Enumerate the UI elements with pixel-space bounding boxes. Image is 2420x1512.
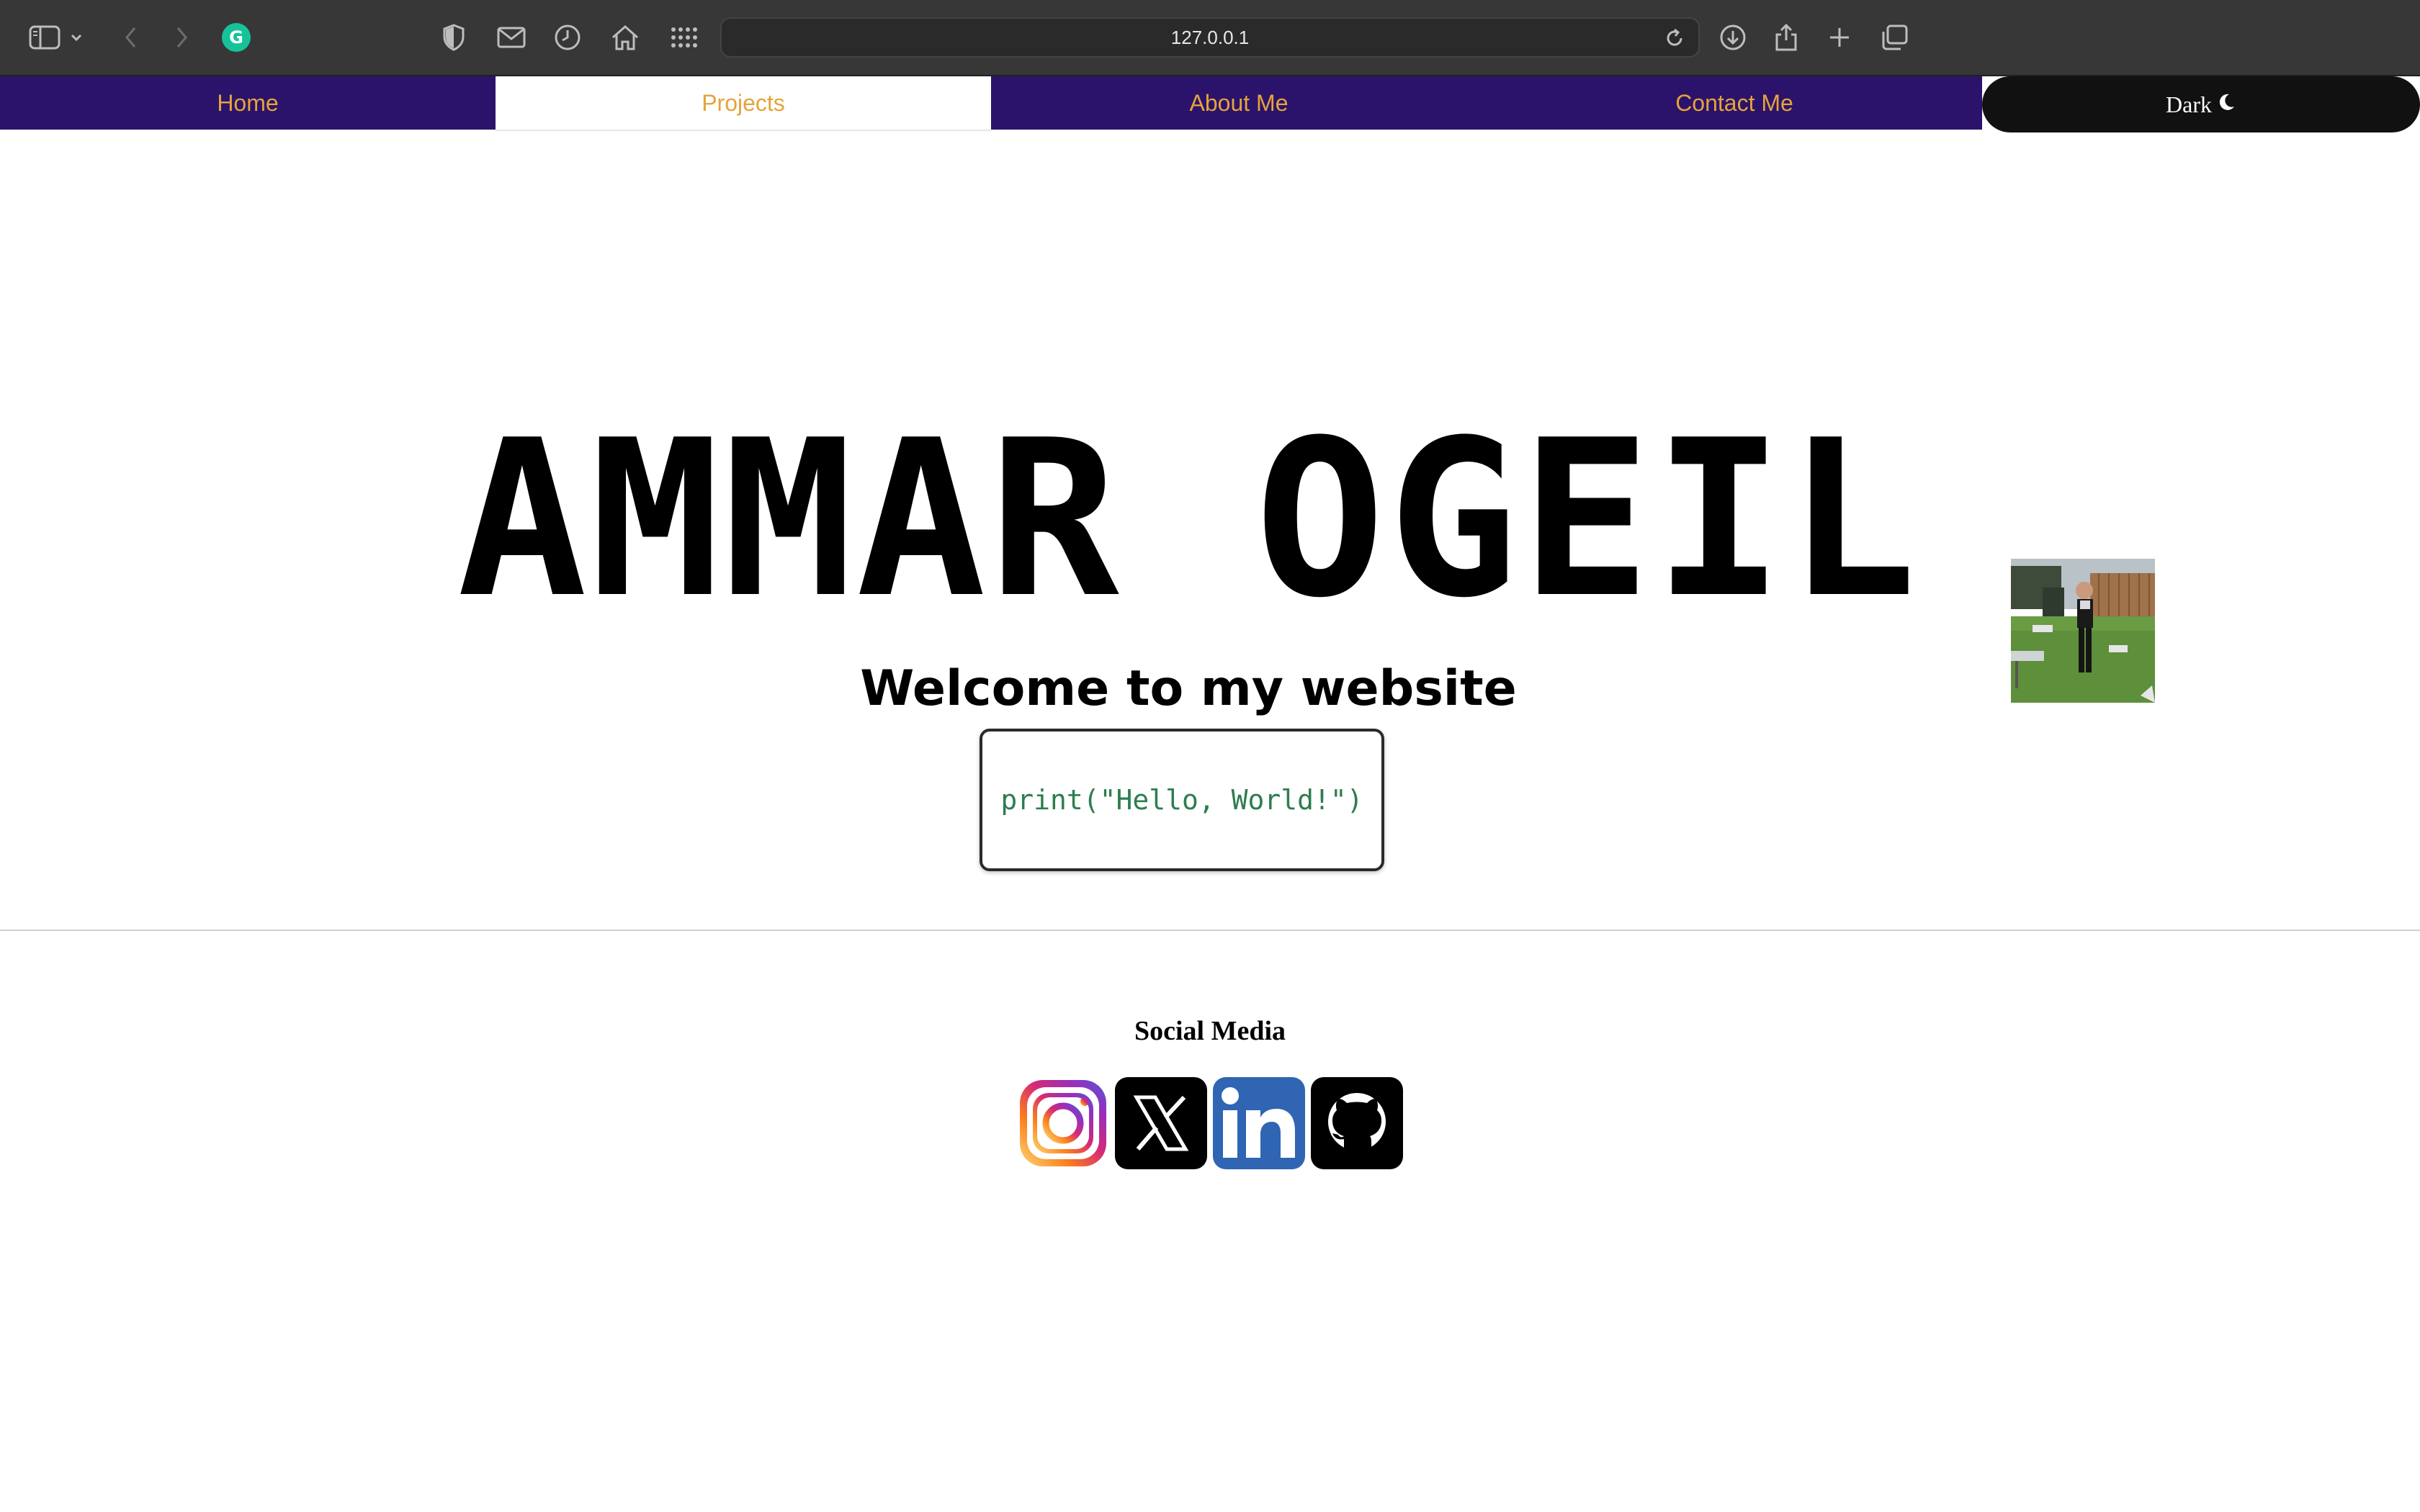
new-tab-plus-icon[interactable] (1821, 19, 1858, 56)
forward-arrow-icon[interactable] (163, 19, 200, 56)
nav-home[interactable]: Home (0, 76, 496, 130)
linkedin-icon[interactable] (1213, 1077, 1305, 1169)
home-icon[interactable] (606, 19, 644, 56)
code-snippet-box: print("Hello, World!") (980, 729, 1384, 871)
shield-icon[interactable] (435, 19, 472, 56)
chevron-down-icon[interactable] (63, 19, 89, 56)
mail-icon[interactable] (493, 19, 530, 56)
grammarly-icon[interactable]: G (218, 19, 255, 56)
address-bar[interactable]: 127.0.0.1 (720, 17, 1700, 58)
download-icon[interactable] (1714, 19, 1752, 56)
section-divider (0, 930, 2420, 931)
sidebar-icon[interactable] (26, 19, 63, 56)
url-text[interactable]: 127.0.0.1 (722, 19, 1698, 56)
instagram-icon[interactable] (1017, 1077, 1109, 1169)
x-twitter-icon[interactable] (1115, 1077, 1207, 1169)
back-arrow-icon[interactable] (112, 19, 150, 56)
svg-text:G: G (229, 27, 243, 48)
nav-about-me[interactable]: About Me (991, 76, 1487, 130)
reload-icon[interactable] (1661, 24, 1688, 52)
github-icon[interactable] (1311, 1077, 1403, 1169)
nav-contact-me[interactable]: Contact Me (1487, 76, 1982, 130)
social-icons-row (1017, 1077, 1403, 1169)
share-icon[interactable] (1767, 19, 1805, 56)
theme-toggle-label: Dark (2166, 91, 2212, 117)
profile-photo (2011, 559, 2155, 703)
history-clock-icon[interactable] (549, 19, 586, 56)
browser-toolbar: G 127.0.0.1 (0, 0, 2420, 76)
tab-overview-icon[interactable] (1876, 19, 1913, 56)
site-navbar: Home Projects About Me Contact Me Dark (0, 76, 2420, 132)
moon-icon (2216, 91, 2236, 118)
grid-apps-icon[interactable] (666, 19, 703, 56)
code-snippet-text: print("Hello, World!") (1000, 784, 1363, 816)
nav-projects[interactable]: Projects (496, 76, 991, 131)
dark-mode-toggle-button[interactable]: Dark (1982, 76, 2420, 132)
social-media-heading: Social Media (1134, 1016, 1286, 1046)
